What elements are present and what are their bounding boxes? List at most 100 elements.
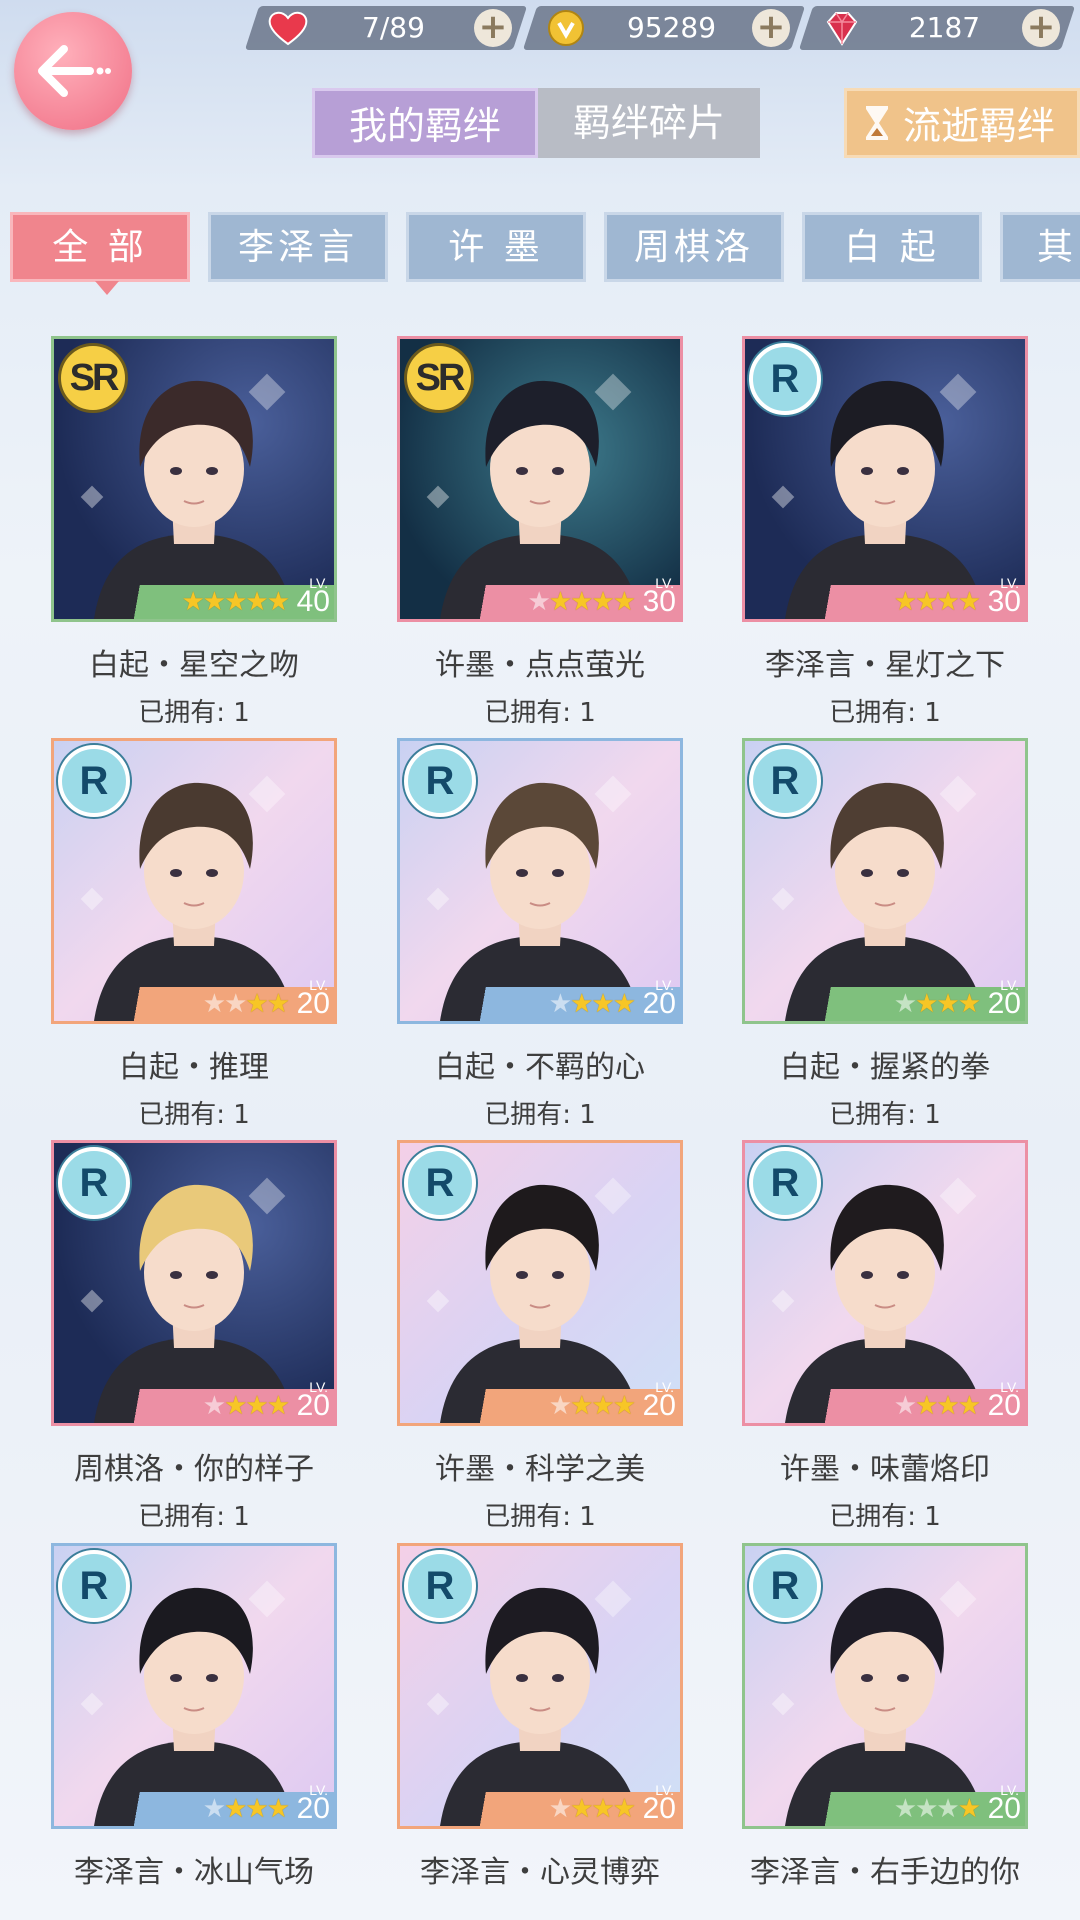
rarity-badge: R (749, 1550, 821, 1622)
card-name: 白起・不羁的心 (435, 1050, 645, 1085)
star-rating: ★★★★★ (181, 587, 290, 617)
level-value: 20 (987, 1389, 1021, 1422)
back-arrow-icon (38, 45, 111, 97)
star-filled-icon: ★ (957, 1794, 981, 1824)
tab-lost-bonds-label: 流逝羁绊 (903, 104, 1056, 148)
card-name: 白起・握紧的拳 (780, 1050, 990, 1085)
card-portrait-frame: R ★★★★ LV. 20 (742, 738, 1028, 1024)
stamina-value: 7/89 (362, 11, 425, 44)
star-filled-icon: ★ (570, 587, 593, 617)
tab-bond-fragments[interactable]: 羁绊碎片 (538, 88, 760, 158)
card-name: 李泽言・心灵博弈 (420, 1855, 660, 1890)
star-filled-icon: ★ (893, 587, 917, 617)
rarity-badge: SR (58, 343, 128, 413)
card-name: 白起・星空之吻 (89, 648, 299, 683)
level-value: 30 (642, 585, 676, 618)
star-filled-icon: ★ (915, 1391, 938, 1421)
star-rating: ★★★★ (548, 1391, 636, 1421)
level-band (745, 1792, 1025, 1826)
rarity-badge: R (58, 1147, 130, 1219)
star-filled-icon: ★ (936, 989, 959, 1019)
filter-li-zeyan[interactable]: 李泽言 (208, 212, 388, 282)
star-empty-icon: ★ (893, 1794, 917, 1824)
rarity-badge: R (749, 1147, 821, 1219)
level-band (745, 1389, 1025, 1423)
star-rating: ★★★★ (893, 989, 981, 1019)
owned-count: 已拥有: 1 (484, 1502, 596, 1532)
star-filled-icon: ★ (570, 989, 593, 1019)
star-rating: ★★★★ (203, 1391, 290, 1421)
card-portrait-frame: R ★★★★ LV. 30 (742, 336, 1028, 622)
owned-count: 已拥有: 1 (829, 1100, 941, 1130)
star-empty-icon: ★ (936, 1794, 959, 1824)
owned-count: 已拥有: 1 (484, 698, 596, 728)
star-filled-icon: ★ (181, 587, 204, 617)
filter-xu-mo[interactable]: 许 墨 (406, 212, 586, 282)
star-empty-icon: ★ (202, 1794, 226, 1824)
card-name: 李泽言・冰山气场 (74, 1855, 314, 1890)
star-filled-icon: ★ (957, 587, 981, 617)
stamina-counter: 7/89 + (244, 6, 528, 50)
owned-count: 已拥有: 1 (484, 1100, 596, 1130)
card-portrait-frame: R ★★★★ LV. 20 (397, 1543, 683, 1829)
star-filled-icon: ★ (612, 989, 636, 1019)
gold-counter: 95289 + (522, 6, 806, 50)
card-portrait-frame: R ★★★★ LV. 20 (397, 1140, 683, 1426)
star-empty-icon: ★ (893, 1391, 917, 1421)
card-portrait-frame: SR ★★★★★ LV. 30 (397, 336, 683, 622)
diamond-value: 2187 (908, 11, 981, 44)
star-filled-icon: ★ (915, 587, 938, 617)
filter-bai-qi[interactable]: 白 起 (802, 212, 982, 282)
star-filled-icon: ★ (245, 989, 268, 1019)
star-rating: ★★★★ (549, 1794, 636, 1824)
card-portrait-frame: R ★★★★ LV. 20 (742, 1543, 1028, 1829)
rarity-badge: R (58, 1550, 130, 1622)
star-filled-icon: ★ (266, 989, 290, 1019)
level-band (400, 987, 680, 1021)
rarity-badge: R (749, 343, 821, 415)
filter-zhou-qiluo[interactable]: 周棋洛 (604, 212, 784, 282)
add-diamond-button[interactable]: + (1022, 9, 1060, 47)
star-filled-icon: ★ (957, 1391, 981, 1421)
star-rating: ★★★★ (893, 1391, 981, 1421)
star-rating: ★★★★★ (527, 587, 636, 617)
filter-all[interactable]: 全 部 (10, 212, 190, 295)
owned-count: 已拥有: 1 (829, 698, 941, 728)
card-portrait-frame: R ★★★★ LV. 20 (397, 738, 683, 1024)
owned-count: 已拥有: 1 (138, 1502, 250, 1532)
filter-other[interactable]: 其 (1000, 212, 1080, 282)
add-stamina-button[interactable]: + (474, 9, 512, 47)
level-band (745, 585, 1025, 619)
star-filled-icon: ★ (245, 1794, 268, 1824)
tab-lost-bonds[interactable]: 流逝羁绊 (844, 88, 1080, 158)
back-button[interactable] (14, 12, 132, 130)
star-filled-icon: ★ (570, 1391, 593, 1421)
level-band (54, 987, 334, 1021)
star-empty-icon: ★ (893, 989, 917, 1019)
level-value: 20 (642, 1792, 676, 1825)
card-name: 周棋洛・你的样子 (74, 1452, 314, 1487)
star-rating: ★★★★ (893, 1794, 981, 1824)
level-value: 20 (642, 987, 676, 1020)
card-name: 许墨・味蕾烙印 (780, 1452, 990, 1487)
level-band (745, 987, 1025, 1021)
star-rating: ★★★★ (202, 1794, 290, 1824)
tab-my-bonds[interactable]: 我的羁绊 (312, 88, 538, 158)
level-value: 20 (987, 987, 1021, 1020)
star-filled-icon: ★ (936, 1391, 959, 1421)
heart-icon (268, 11, 308, 46)
level-band (400, 1792, 680, 1826)
card-name: 许墨・科学之美 (435, 1452, 645, 1487)
star-filled-icon: ★ (591, 989, 614, 1019)
level-value: 40 (296, 585, 330, 618)
level-band (54, 1389, 334, 1423)
star-empty-icon: ★ (548, 1391, 572, 1421)
level-value: 20 (642, 1389, 676, 1422)
gem-icon (826, 12, 858, 46)
coin-icon (548, 10, 584, 46)
level-value: 30 (987, 585, 1021, 618)
star-rating: ★★★★ (893, 587, 981, 617)
level-value: 20 (296, 987, 330, 1020)
star-filled-icon: ★ (936, 587, 959, 617)
add-gold-button[interactable]: + (752, 9, 790, 47)
